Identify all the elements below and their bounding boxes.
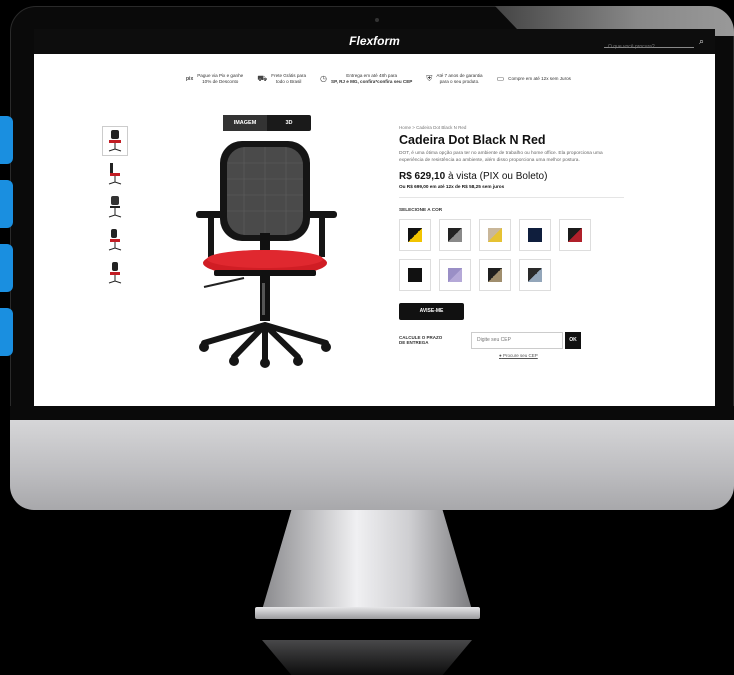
benefit-installments: ▭ Compre em até 12x sem Juros — [496, 74, 571, 83]
breadcrumb[interactable]: Home > Cadeira Dot Black N Red — [399, 125, 649, 130]
website-screen: Flexform ⌕ pix Pague via Pix e ganhe10% … — [34, 29, 715, 406]
search-input[interactable] — [604, 41, 684, 53]
product-image — [196, 141, 337, 368]
monitor-chin — [10, 420, 734, 510]
product-title: Cadeira Dot Black N Red — [399, 133, 546, 147]
shield-icon: ⛨ — [426, 74, 433, 83]
product-info: Home > Cadeira Dot Black N Red Cadeira D… — [399, 125, 649, 358]
color-swatch[interactable] — [399, 258, 431, 291]
swatch-color — [448, 267, 462, 282]
benefits-bar: pix Pague via Pix e ganhe 10% de Desconto… — [34, 68, 715, 90]
side-button-3[interactable] — [0, 244, 13, 292]
benefit-warranty: ⛨ Até 7 anos de garantia para o seu produ… — [426, 73, 483, 84]
color-swatch[interactable] — [559, 218, 591, 251]
color-swatch[interactable] — [399, 218, 431, 251]
tab-image[interactable]: IMAGEM — [223, 115, 267, 131]
swatch-color — [528, 227, 542, 242]
color-swatch[interactable] — [439, 218, 471, 251]
benefit-delivery: ◷ Entrega em até 48h para SP, RJ e MG, co… — [320, 73, 413, 84]
search-icon[interactable]: ⌕ — [699, 36, 704, 47]
thumbnail-angle-2[interactable] — [102, 258, 128, 288]
info-icon: ● — [499, 352, 502, 358]
thumbnail-angle[interactable] — [102, 225, 128, 255]
installments-text: Ou R$ 699,00 em até 12x de R$ 58,25 sem … — [399, 183, 505, 189]
shipping-label: CALCULE O PRAZO DE ENTREGA — [399, 334, 443, 346]
benefit-shipping: ⛟ Frete Grátis para todo o Brasil — [257, 73, 307, 84]
side-floating-buttons — [0, 116, 13, 372]
stand-reflection — [262, 640, 472, 675]
swatch-color — [568, 227, 582, 242]
color-label: SELECIONE A COR — [399, 206, 443, 212]
thumbnail-back[interactable] — [102, 192, 128, 222]
swatch-color — [448, 227, 462, 242]
side-button-4[interactable] — [0, 308, 13, 356]
side-button-2[interactable] — [0, 180, 13, 228]
thumbnail-side[interactable] — [102, 159, 128, 189]
search-box — [604, 35, 694, 53]
swatch-color — [408, 227, 422, 242]
side-button-1[interactable] — [0, 116, 13, 164]
product-price: R$ 629,10 à vista (PIX ou Boleto) — [399, 170, 548, 182]
divider — [399, 196, 624, 198]
truck-icon: ⛟ — [257, 74, 268, 83]
header-bar: Flexform ⌕ — [34, 29, 715, 54]
thumbnail-front[interactable] — [102, 126, 128, 156]
swatch-color — [488, 227, 502, 242]
swatch-color — [488, 267, 502, 282]
cep-lookup-link[interactable]: ● Procure seu CEP — [499, 353, 649, 358]
color-swatch[interactable] — [479, 218, 511, 251]
color-swatches — [399, 218, 649, 291]
product-description: DOT, é uma ótima opção para ter no ambie… — [399, 151, 603, 163]
shipping-calculator: CALCULE O PRAZODE ENTREGA OK — [399, 331, 649, 349]
notify-button[interactable]: AVISE-ME — [399, 302, 464, 320]
view-toggle: IMAGEM 3D — [223, 115, 311, 131]
clock-icon: ◷ — [320, 74, 328, 83]
color-swatch[interactable] — [519, 258, 551, 291]
monitor-stand — [262, 510, 472, 610]
swatch-color — [528, 267, 542, 282]
swatch-color — [408, 267, 422, 282]
color-swatch[interactable] — [479, 258, 511, 291]
card-icon: ▭ — [496, 74, 505, 83]
pix-icon: pix — [186, 75, 194, 82]
tab-3d[interactable]: 3D — [267, 115, 311, 131]
ok-button[interactable]: OK — [565, 331, 581, 349]
cep-input[interactable] — [471, 331, 563, 349]
camera-icon — [375, 18, 379, 22]
color-swatch[interactable] — [519, 218, 551, 251]
benefit-pix: pix Pague via Pix e ganhe 10% de Desconto — [186, 73, 244, 84]
product-thumbnails — [102, 126, 132, 291]
monitor-base — [255, 607, 480, 619]
color-swatch[interactable] — [439, 258, 471, 291]
